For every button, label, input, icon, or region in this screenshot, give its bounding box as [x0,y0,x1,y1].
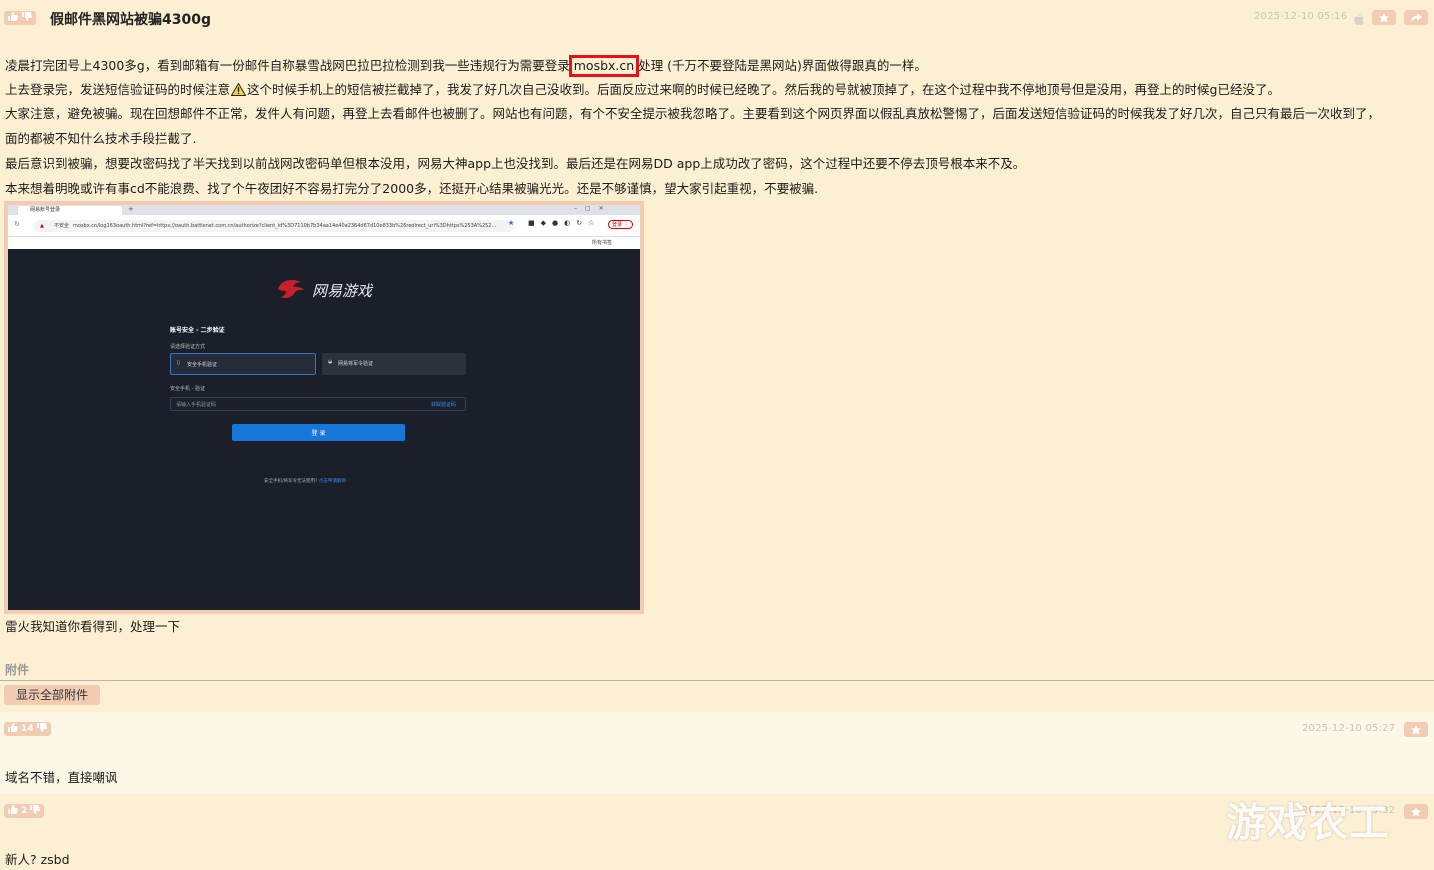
browser-tab-strip: 网易账号登录 + –▢✕ [8,205,640,215]
extension-icons: ■◆●◐↻☆ [528,219,601,227]
brand-text: 网易游戏 [312,281,373,300]
apple-icon [1354,10,1364,29]
text-segment: 凌晨打完团号上4300多g，看到邮箱有一份邮件自称暴雪战网巴拉巴拉检测到我一些违… [5,58,570,73]
login-button: 登 录 [232,424,405,441]
vote-buttons[interactable] [4,11,36,25]
phone-icon: ▯ [177,360,180,366]
star-icon [1411,720,1421,739]
login-button-label: 登 录 [311,430,326,437]
favorite-button[interactable] [1372,10,1396,25]
get-code-link: 获取验证码 [431,402,457,408]
thumb-down-icon[interactable] [30,805,41,817]
url-text: mosbx.cn/log163oauth.html?ref=https://oa… [73,223,497,229]
text-segment: 这个时候手机上的短信被拦截掉了，我发了好几次自己没收到。后面反应过来啊的时候已经… [247,82,1280,97]
main-post: 假邮件黑网站被骗4300g 2025-12-10 05:16 凌晨打完团号上43… [0,0,1434,712]
choose-method-label: 请选择验证方式 [170,344,206,350]
thumb-up-icon[interactable] [8,12,18,24]
not-secure-label: 不安全 [54,223,70,229]
not-secure-icon: ▲ [40,223,44,229]
star-icon [1379,8,1389,27]
code-placeholder: 请输入手机验证码 [176,402,217,408]
footer-link: 点击申请解绑 [318,479,346,484]
reply-2: 2 2025-12-10 05:32 新人? zsbd [0,794,1434,870]
all-bookmarks: 所有书签 [592,240,613,246]
post-line-4: 面的都被不知什么技术手段拦截了. [5,131,197,146]
code-input: 请输入手机验证码 获取验证码 [170,397,466,411]
post-line-7: 雷火我知道你看得到，处理一下 [5,619,181,634]
reply-1: 14 2025-12-10 05:27 域名不错，直接嘲讽 [0,712,1434,794]
vote-count: 14 [21,724,34,734]
option-token-label: 网易将军令验证 [338,361,374,367]
share-button[interactable] [1404,10,1428,25]
profile-chip: 登录 ⋮ [608,220,633,229]
post-line-6: 本来想着明晚或许有事cd不能浪费、找了个午夜团好不容易打完分了2000多，还挺开… [5,181,819,196]
new-tab-icon: + [128,205,134,213]
thumb-down-icon[interactable] [22,12,32,24]
thumb-up-icon[interactable] [8,723,18,735]
favorite-button[interactable] [1404,804,1428,819]
reply-text: 新人? zsbd [5,852,70,867]
thumb-up-icon[interactable] [8,805,18,817]
show-all-attachments-button[interactable]: 显示全部附件 [4,685,101,705]
browser-toolbar: ↻ ▲ 不安全 mosbx.cn/log163oauth.html?ref=htt… [8,215,640,237]
option-token: ◒ 网易将军令验证 [322,353,466,375]
netease-logo: 网易游戏 [276,277,372,303]
warning-icon [230,82,247,102]
window-controls-icon: –▢✕ [574,205,612,212]
vote-buttons[interactable]: 2 [4,804,45,818]
post-date: 2025-12-10 05:16 [1254,11,1348,22]
verify-heading: 账号安全 - 二步验证 [170,327,225,334]
favorite-button[interactable] [1404,722,1428,737]
option-phone-label: 安全手机验证 [187,362,218,368]
post-line-2: 上去登录完，发送短信验证码的时候注意 这个时候手机上的短信被拦截掉了，我发了好几次… [5,80,1280,102]
token-icon: ◒ [328,359,333,365]
text-segment: 上去登录完，发送短信验证码的时候注意 [5,82,231,97]
reply-text: 域名不错，直接嘲讽 [5,770,118,785]
phone-verify-label: 安全手机 - 验证 [170,386,205,392]
footer-help: 安全手机/将军令无法使用? 点击申请解绑 [264,478,346,484]
thumb-down-icon[interactable] [36,723,47,735]
post-title: 假邮件黑网站被骗4300g [50,12,211,28]
divider [0,680,1434,681]
browser-tab: 网易账号登录 [18,206,122,215]
vote-count: 2 [21,806,28,816]
reply-date: 2025-12-10 05:27 [1302,723,1396,734]
phishing-page: 网易游戏 账号安全 - 二步验证 请选择验证方式 ▯ 安全手机验证 ◒ 网易将军… [8,249,640,610]
option-phone: ▯ 安全手机验证 [170,353,316,375]
attached-screenshot[interactable]: 网易账号登录 + –▢✕ ↻ ▲ 不安全 mosbx.cn/log163oauth… [4,201,644,614]
highlighted-domain: mosbx.cn [568,55,640,77]
post-line-5: 最后意识到被骗，想要改密码找了半天找到以前战网改密码单但根本没用，网易大神app… [5,156,1026,171]
bookmark-bar: 所有书签 [8,237,640,249]
vote-buttons[interactable]: 14 [4,722,51,736]
text-segment: 处理 (千万不要登陆是黑网站)界面做得跟真的一样。 [638,58,927,73]
dragon-logo-icon [276,277,306,303]
share-icon [1410,8,1422,27]
bookmark-star-icon: ★ [508,219,515,227]
browser-window: 网易账号登录 + –▢✕ ↻ ▲ 不安全 mosbx.cn/log163oauth… [8,205,640,610]
reload-icon: ↻ [14,220,20,228]
post-line-3: 大家注意，避免被骗。现在回想邮件不正常，发件人有问题，再登上去看邮件也被删了。网… [5,106,1381,121]
star-icon [1411,802,1421,821]
watermark: 游戏农工 [1226,800,1390,846]
attachments-heading: 附件 [5,663,30,677]
post-line-1: 凌晨打完团号上4300多g，看到邮箱有一份邮件自称暴雪战网巴拉巴拉检测到我一些违… [5,55,927,77]
address-bar: ▲ 不安全 mosbx.cn/log163oauth.html?ref=https… [34,220,514,232]
footer-question: 安全手机/将军令无法使用? [264,479,318,484]
